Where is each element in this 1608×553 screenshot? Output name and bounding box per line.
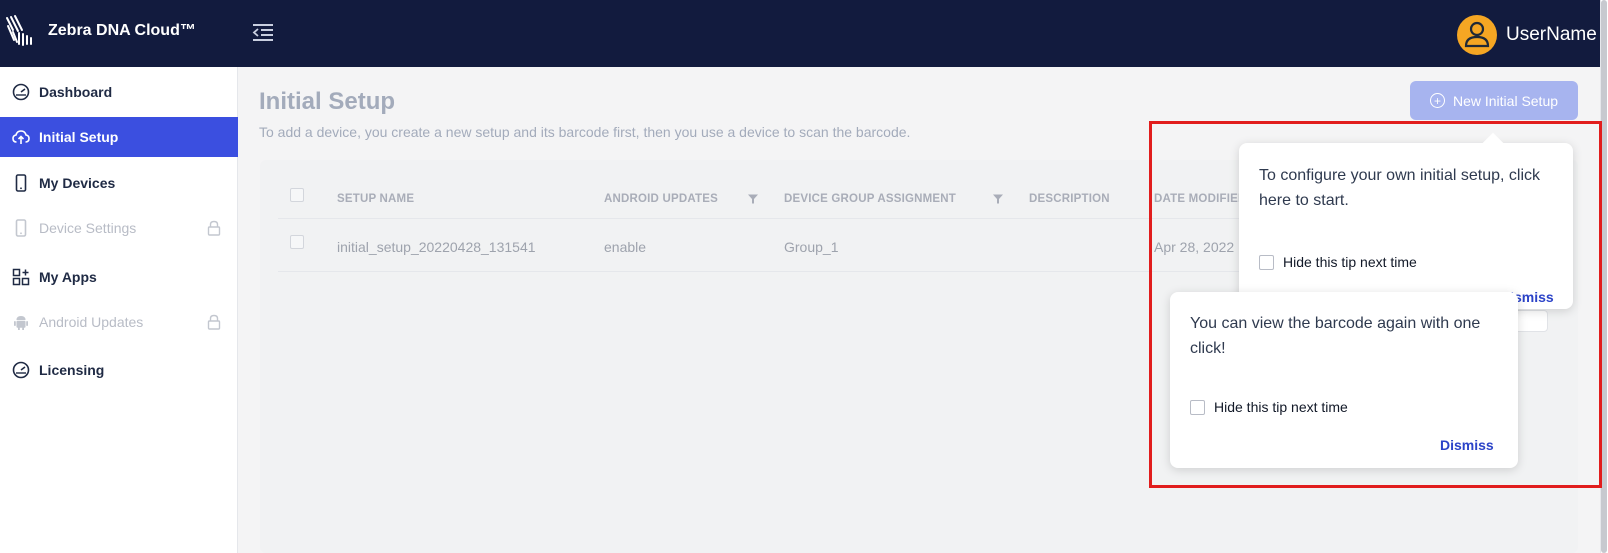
sidebar-item-label: Licensing bbox=[39, 362, 105, 378]
column-header-device-group-assignment[interactable]: DEVICE GROUP ASSIGNMENT bbox=[784, 193, 956, 205]
apps-grid-icon bbox=[12, 268, 30, 286]
dashboard-gauge-icon bbox=[12, 83, 30, 101]
column-header-android-updates[interactable]: ANDROID UPDATES bbox=[604, 193, 718, 205]
row-checkbox[interactable] bbox=[290, 235, 304, 249]
collapse-menu-icon[interactable] bbox=[252, 22, 274, 42]
zebra-logo-icon bbox=[6, 15, 32, 46]
filter-icon[interactable] bbox=[748, 194, 758, 204]
new-initial-setup-button[interactable]: + New Initial Setup bbox=[1410, 81, 1578, 120]
select-all-checkbox[interactable] bbox=[290, 188, 304, 202]
sidebar-item-label: My Apps bbox=[39, 269, 97, 285]
plus-circle-icon: + bbox=[1429, 93, 1445, 108]
avatar[interactable] bbox=[1457, 15, 1497, 55]
sidebar-item-label: Initial Setup bbox=[39, 129, 119, 145]
sidebar-item-licensing[interactable]: Licensing bbox=[0, 350, 238, 390]
highlight-box bbox=[1149, 121, 1602, 488]
brand-name: Zebra DNA Cloud™ bbox=[48, 22, 196, 39]
page-title: Initial Setup bbox=[259, 88, 396, 115]
phone-icon bbox=[15, 174, 27, 192]
sidebar-item-initial-setup[interactable]: Initial Setup bbox=[0, 117, 238, 157]
dashboard-gauge-icon bbox=[12, 361, 30, 379]
top-bar: Zebra DNA Cloud™ UserName bbox=[0, 0, 1600, 67]
filter-icon[interactable] bbox=[993, 194, 1003, 204]
column-header-setup-name[interactable]: SETUP NAME bbox=[337, 193, 414, 205]
cloud-upload-icon bbox=[12, 130, 30, 144]
sidebar-item-dashboard[interactable]: Dashboard bbox=[0, 72, 238, 112]
lock-icon bbox=[207, 314, 221, 330]
android-icon bbox=[14, 316, 28, 330]
column-header-description[interactable]: DESCRIPTION bbox=[1029, 193, 1110, 205]
sidebar-item-my-apps[interactable]: My Apps bbox=[0, 257, 238, 297]
sidebar-item-label: Android Updates bbox=[39, 314, 144, 330]
username[interactable]: UserName bbox=[1506, 24, 1597, 46]
phone-icon bbox=[15, 219, 27, 237]
sidebar-item-label: Device Settings bbox=[39, 220, 137, 236]
sidebar-item-device-settings: Device Settings bbox=[0, 208, 238, 248]
lock-icon bbox=[207, 220, 221, 236]
user-icon bbox=[1464, 21, 1490, 48]
cell-android-updates: enable bbox=[604, 239, 647, 255]
sidebar-item-label: My Devices bbox=[39, 175, 116, 191]
page-subtitle: To add a device, you create a new setup … bbox=[259, 124, 911, 140]
sidebar-item-android-updates: Android Updates bbox=[0, 302, 238, 342]
cell-setup-name[interactable]: initial_setup_20220428_131541 bbox=[337, 239, 536, 255]
new-initial-setup-label: New Initial Setup bbox=[1452, 92, 1559, 109]
sidebar-item-label: Dashboard bbox=[39, 84, 113, 100]
sidebar-item-my-devices[interactable]: My Devices bbox=[0, 163, 238, 203]
cell-device-group: Group_1 bbox=[784, 239, 839, 255]
sidebar: Dashboard Initial Setup My Devices Devic… bbox=[0, 67, 238, 553]
